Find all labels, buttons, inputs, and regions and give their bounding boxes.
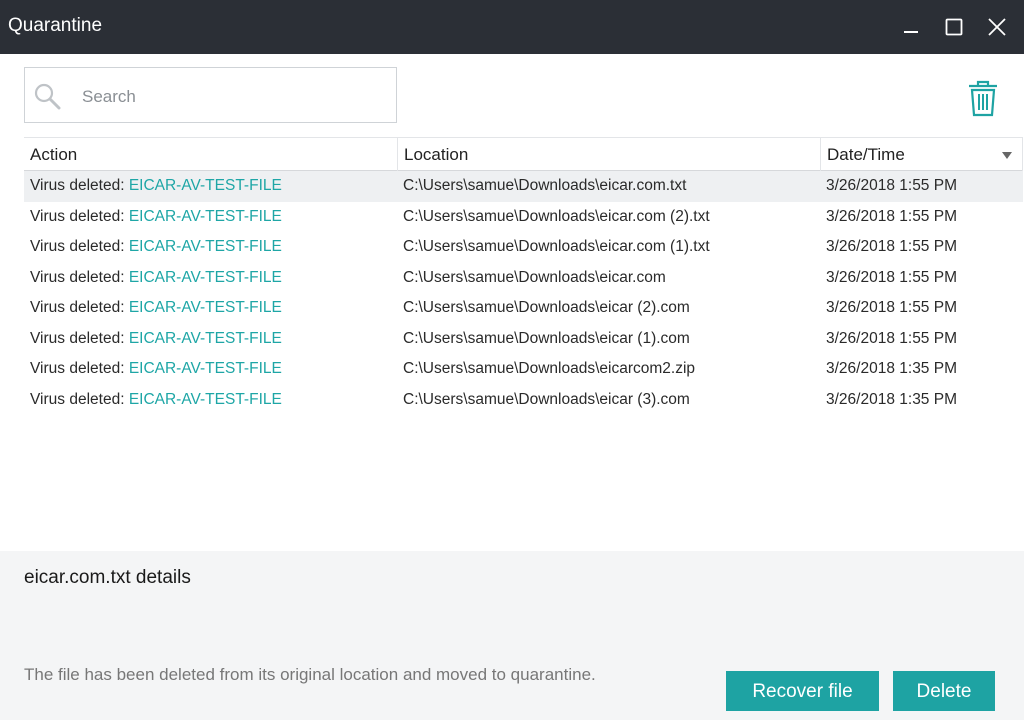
column-header-location[interactable]: Location <box>397 138 820 171</box>
table-row[interactable]: Virus deleted: EICAR-AV-TEST-FILE C:\Use… <box>24 263 1023 294</box>
details-description: The file has been deleted from its origi… <box>24 665 596 684</box>
action-cell: Virus deleted: EICAR-AV-TEST-FILE <box>30 263 395 293</box>
location-cell: C:\Users\samue\Downloads\eicar (3).com <box>403 390 690 408</box>
recover-file-button[interactable]: Recover file <box>726 671 879 711</box>
action-text: Virus deleted: <box>30 238 129 255</box>
delete-button[interactable]: Delete <box>893 671 995 711</box>
location-cell: C:\Users\samue\Downloads\eicarcom2.zip <box>403 360 696 377</box>
minimize-button[interactable] <box>898 14 924 40</box>
location-cell: C:\Users\samue\Downloads\eicar.com <box>403 268 666 286</box>
datetime-cell: 3/26/2018 1:55 PM <box>826 177 957 194</box>
table-header: Action Location Date/Time <box>24 137 1023 171</box>
threat-link[interactable]: EICAR-AV-TEST-FILE <box>129 391 282 408</box>
search-input[interactable] <box>80 82 384 112</box>
action-cell: Virus deleted: EICAR-AV-TEST-FILE <box>30 354 395 384</box>
location-cell: C:\Users\samue\Downloads\eicar.com (1).t… <box>403 238 710 255</box>
threat-link[interactable]: EICAR-AV-TEST-FILE <box>129 208 282 225</box>
column-header-datetime[interactable]: Date/Time <box>820 138 1023 171</box>
quarantine-table: Action Location Date/Time Virus deleted:… <box>24 137 1023 415</box>
table-row[interactable]: Virus deleted: EICAR-AV-TEST-FILE C:\Use… <box>24 293 1023 324</box>
details-panel: eicar.com.txt details The file has been … <box>0 551 1024 720</box>
details-title: eicar.com.txt details <box>24 567 191 588</box>
action-text: Virus deleted: <box>30 329 129 347</box>
action-text: Virus deleted: <box>30 299 129 316</box>
datetime-cell: 3/26/2018 1:55 PM <box>826 268 957 286</box>
action-text: Virus deleted: <box>30 207 129 225</box>
datetime-cell: 3/26/2018 1:55 PM <box>826 238 957 255</box>
location-cell: C:\Users\samue\Downloads\eicar (1).com <box>403 329 690 347</box>
threat-link[interactable]: EICAR-AV-TEST-FILE <box>129 177 282 194</box>
action-text: Virus deleted: <box>30 268 129 286</box>
close-icon <box>988 18 1006 36</box>
search-icon <box>34 83 61 110</box>
title-bar: Quarantine <box>0 0 1024 54</box>
maximize-button[interactable] <box>941 14 967 40</box>
action-cell: Virus deleted: EICAR-AV-TEST-FILE <box>30 324 395 354</box>
action-cell: Virus deleted: EICAR-AV-TEST-FILE <box>30 293 395 323</box>
threat-link[interactable]: EICAR-AV-TEST-FILE <box>129 299 282 316</box>
action-text: Virus deleted: <box>30 360 129 377</box>
column-header-action[interactable]: Action <box>24 138 397 171</box>
threat-link[interactable]: EICAR-AV-TEST-FILE <box>129 330 282 347</box>
location-cell: C:\Users\samue\Downloads\eicar (2).com <box>403 299 690 316</box>
datetime-cell: 3/26/2018 1:55 PM <box>826 329 957 347</box>
datetime-cell: 3/26/2018 1:35 PM <box>826 360 957 377</box>
action-cell: Virus deleted: EICAR-AV-TEST-FILE <box>30 202 395 232</box>
table-row[interactable]: Virus deleted: EICAR-AV-TEST-FILE C:\Use… <box>24 171 1023 202</box>
maximize-icon <box>945 18 963 36</box>
table-row[interactable]: Virus deleted: EICAR-AV-TEST-FILE C:\Use… <box>24 202 1023 233</box>
table-row[interactable]: Virus deleted: EICAR-AV-TEST-FILE C:\Use… <box>24 232 1023 263</box>
datetime-cell: 3/26/2018 1:35 PM <box>826 390 957 408</box>
action-cell: Virus deleted: EICAR-AV-TEST-FILE <box>30 171 395 201</box>
table-row[interactable]: Virus deleted: EICAR-AV-TEST-FILE C:\Use… <box>24 385 1023 416</box>
search-box[interactable] <box>24 67 397 123</box>
close-button[interactable] <box>984 14 1010 40</box>
action-cell: Virus deleted: EICAR-AV-TEST-FILE <box>30 232 395 262</box>
location-cell: C:\Users\samue\Downloads\eicar.com (2).t… <box>403 207 710 225</box>
column-header-datetime-label: Date/Time <box>827 145 905 164</box>
datetime-cell: 3/26/2018 1:55 PM <box>826 207 957 225</box>
datetime-cell: 3/26/2018 1:55 PM <box>826 299 957 316</box>
action-text: Virus deleted: <box>30 177 129 194</box>
action-cell: Virus deleted: EICAR-AV-TEST-FILE <box>30 385 395 415</box>
minimize-icon <box>904 31 918 33</box>
threat-link[interactable]: EICAR-AV-TEST-FILE <box>129 360 282 377</box>
threat-link[interactable]: EICAR-AV-TEST-FILE <box>129 269 282 286</box>
table-row[interactable]: Virus deleted: EICAR-AV-TEST-FILE C:\Use… <box>24 354 1023 385</box>
threat-link[interactable]: EICAR-AV-TEST-FILE <box>129 238 282 255</box>
trash-icon[interactable] <box>966 78 1000 118</box>
window-title: Quarantine <box>8 15 103 36</box>
location-cell: C:\Users\samue\Downloads\eicar.com.txt <box>403 177 687 194</box>
sort-desc-icon[interactable] <box>1002 152 1012 159</box>
action-text: Virus deleted: <box>30 390 129 408</box>
table-body: Virus deleted: EICAR-AV-TEST-FILE C:\Use… <box>24 171 1023 415</box>
table-row[interactable]: Virus deleted: EICAR-AV-TEST-FILE C:\Use… <box>24 324 1023 355</box>
